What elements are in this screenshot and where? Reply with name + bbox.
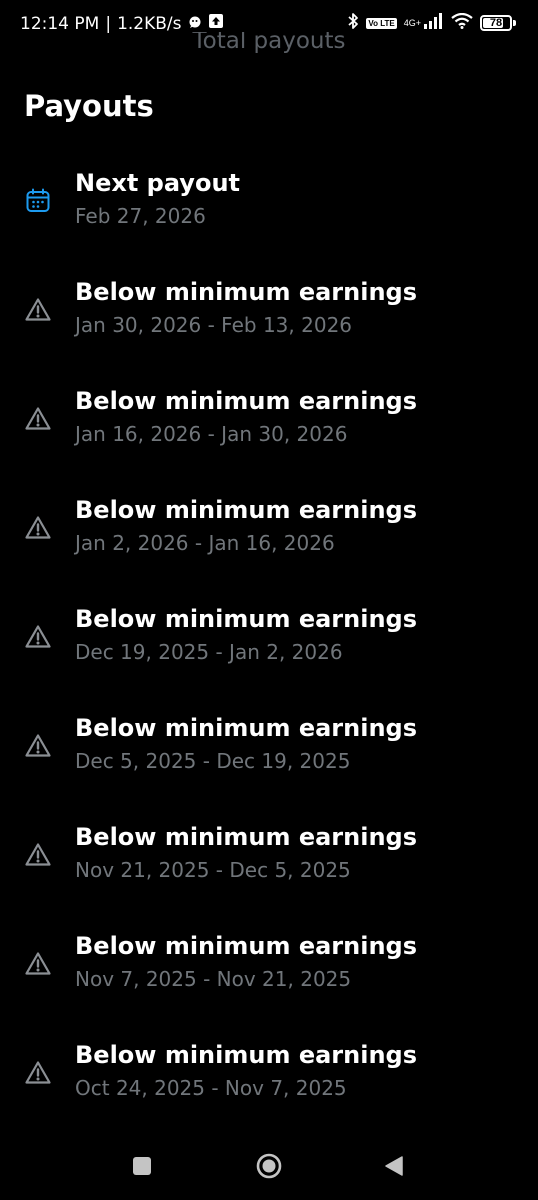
status-time: 12:14 PM <box>20 13 100 34</box>
status-separator: | <box>105 13 112 34</box>
payout-title: Below minimum earnings <box>75 714 417 742</box>
circle-icon <box>256 1153 282 1179</box>
payout-dates: Feb 27, 2026 <box>75 204 206 228</box>
payout-title: Below minimum earnings <box>75 932 417 960</box>
payout-dates: Jan 30, 2026 - Feb 13, 2026 <box>75 313 353 337</box>
recents-button[interactable] <box>122 1146 162 1186</box>
next-payout-row[interactable]: Next payout Feb 27, 2026 <box>0 155 538 264</box>
payout-row[interactable]: Below minimum earnings Jan 16, 2026 - Jan… <box>0 373 538 482</box>
warning-icon <box>24 950 52 978</box>
warning-icon <box>24 841 52 869</box>
payout-row[interactable]: Below minimum earnings Jan 2, 2026 - Jan … <box>0 482 538 591</box>
network-type: 4G+ <box>403 17 421 28</box>
status-speed: 1.2KB/s <box>117 13 182 34</box>
payout-dates: Nov 7, 2025 - Nov 21, 2025 <box>75 967 352 991</box>
payout-dates: Oct 24, 2025 - Nov 7, 2025 <box>75 1076 347 1100</box>
payout-title: Below minimum earnings <box>75 605 417 633</box>
triangle-icon <box>385 1156 403 1176</box>
payout-row[interactable]: Below minimum earnings Jan 30, 2026 - Feb… <box>0 264 538 373</box>
payout-row[interactable]: Below minimum earnings Dec 5, 2025 - Dec … <box>0 700 538 809</box>
calendar-icon <box>24 187 52 215</box>
payout-row[interactable]: Below minimum earnings Oct 24, 2025 - Nov… <box>0 1027 538 1136</box>
chat-bubble-icon <box>188 14 202 34</box>
wifi-icon <box>451 12 473 33</box>
payout-title: Next payout <box>75 169 240 197</box>
payout-dates: Nov 21, 2025 - Dec 5, 2025 <box>75 858 351 882</box>
warning-icon <box>24 732 52 760</box>
warning-icon <box>24 1059 52 1087</box>
warning-icon <box>24 296 52 324</box>
battery-percent: 78 <box>489 17 503 29</box>
warning-icon <box>24 405 52 433</box>
payout-title: Below minimum earnings <box>75 278 417 306</box>
payout-dates: Dec 19, 2025 - Jan 2, 2026 <box>75 640 343 664</box>
square-icon <box>133 1157 151 1175</box>
payout-list: Next payout Feb 27, 2026 Below minimum ear… <box>0 155 538 1136</box>
warning-icon <box>24 623 52 651</box>
payout-title: Below minimum earnings <box>75 496 417 524</box>
payout-dates: Dec 5, 2025 - Dec 19, 2025 <box>75 749 351 773</box>
payout-row[interactable]: Below minimum earnings Dec 19, 2025 - Jan… <box>0 591 538 700</box>
payout-row[interactable]: Below minimum earnings Nov 21, 2025 - Dec… <box>0 809 538 918</box>
section-title: Payouts <box>24 89 154 123</box>
status-right: Vo LTE 4G+ 78 <box>347 12 516 34</box>
battery-icon: 78 <box>480 15 512 31</box>
volte-icon: Vo LTE <box>366 17 397 29</box>
home-button[interactable] <box>249 1146 289 1186</box>
payout-row[interactable]: Below minimum earnings Nov 7, 2025 - Nov … <box>0 918 538 1027</box>
navigation-bar <box>0 1132 538 1200</box>
bluetooth-icon <box>347 12 359 34</box>
payout-title: Below minimum earnings <box>75 387 417 415</box>
upload-notification-icon <box>208 13 224 34</box>
battery-cap <box>513 20 516 26</box>
signal-icon <box>424 13 444 33</box>
warning-icon <box>24 514 52 542</box>
payout-dates: Jan 2, 2026 - Jan 16, 2026 <box>75 531 335 555</box>
status-left: 12:14 PM | 1.2KB/s <box>20 13 224 34</box>
payout-title: Below minimum earnings <box>75 1041 417 1069</box>
back-button[interactable] <box>374 1146 414 1186</box>
payout-dates: Jan 16, 2026 - Jan 30, 2026 <box>75 422 348 446</box>
payout-title: Below minimum earnings <box>75 823 417 851</box>
